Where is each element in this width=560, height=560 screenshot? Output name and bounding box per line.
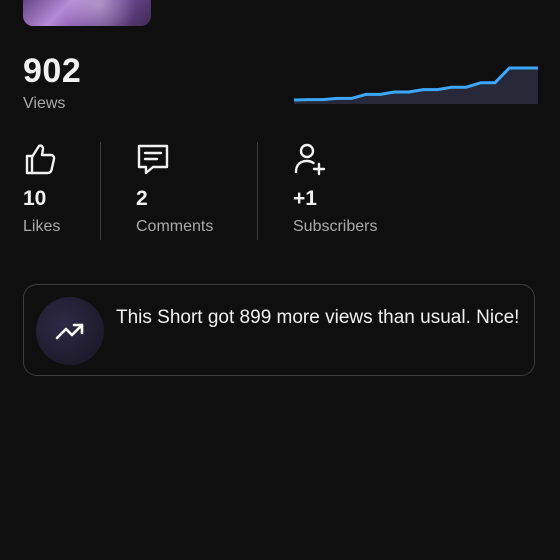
comments-count: 2 [136,187,148,210]
trending-up-icon [55,323,84,340]
stat-divider [257,142,258,240]
stat-comments: 2 Comments [136,142,213,242]
views-count: 902 [23,52,82,90]
comments-label: Comments [136,218,214,235]
add-person-icon [294,143,326,176]
views-sparkline [294,66,538,104]
insight-badge [36,297,104,365]
video-thumbnail[interactable] [23,0,151,26]
likes-count: 10 [23,187,47,210]
subscribers-count: +1 [293,187,317,210]
insight-card[interactable]: This Short got 899 more views than usual… [23,284,535,376]
views-label: Views [23,95,66,112]
stat-subscribers: +1 Subscribers [293,142,377,242]
stat-divider [100,142,101,240]
insight-message: This Short got 899 more views than usual… [116,307,520,328]
subscribers-label: Subscribers [293,218,378,235]
stat-likes: 10 Likes [23,142,61,242]
comment-icon [137,144,169,175]
thumbs-up-icon [25,144,56,175]
likes-label: Likes [23,218,61,235]
